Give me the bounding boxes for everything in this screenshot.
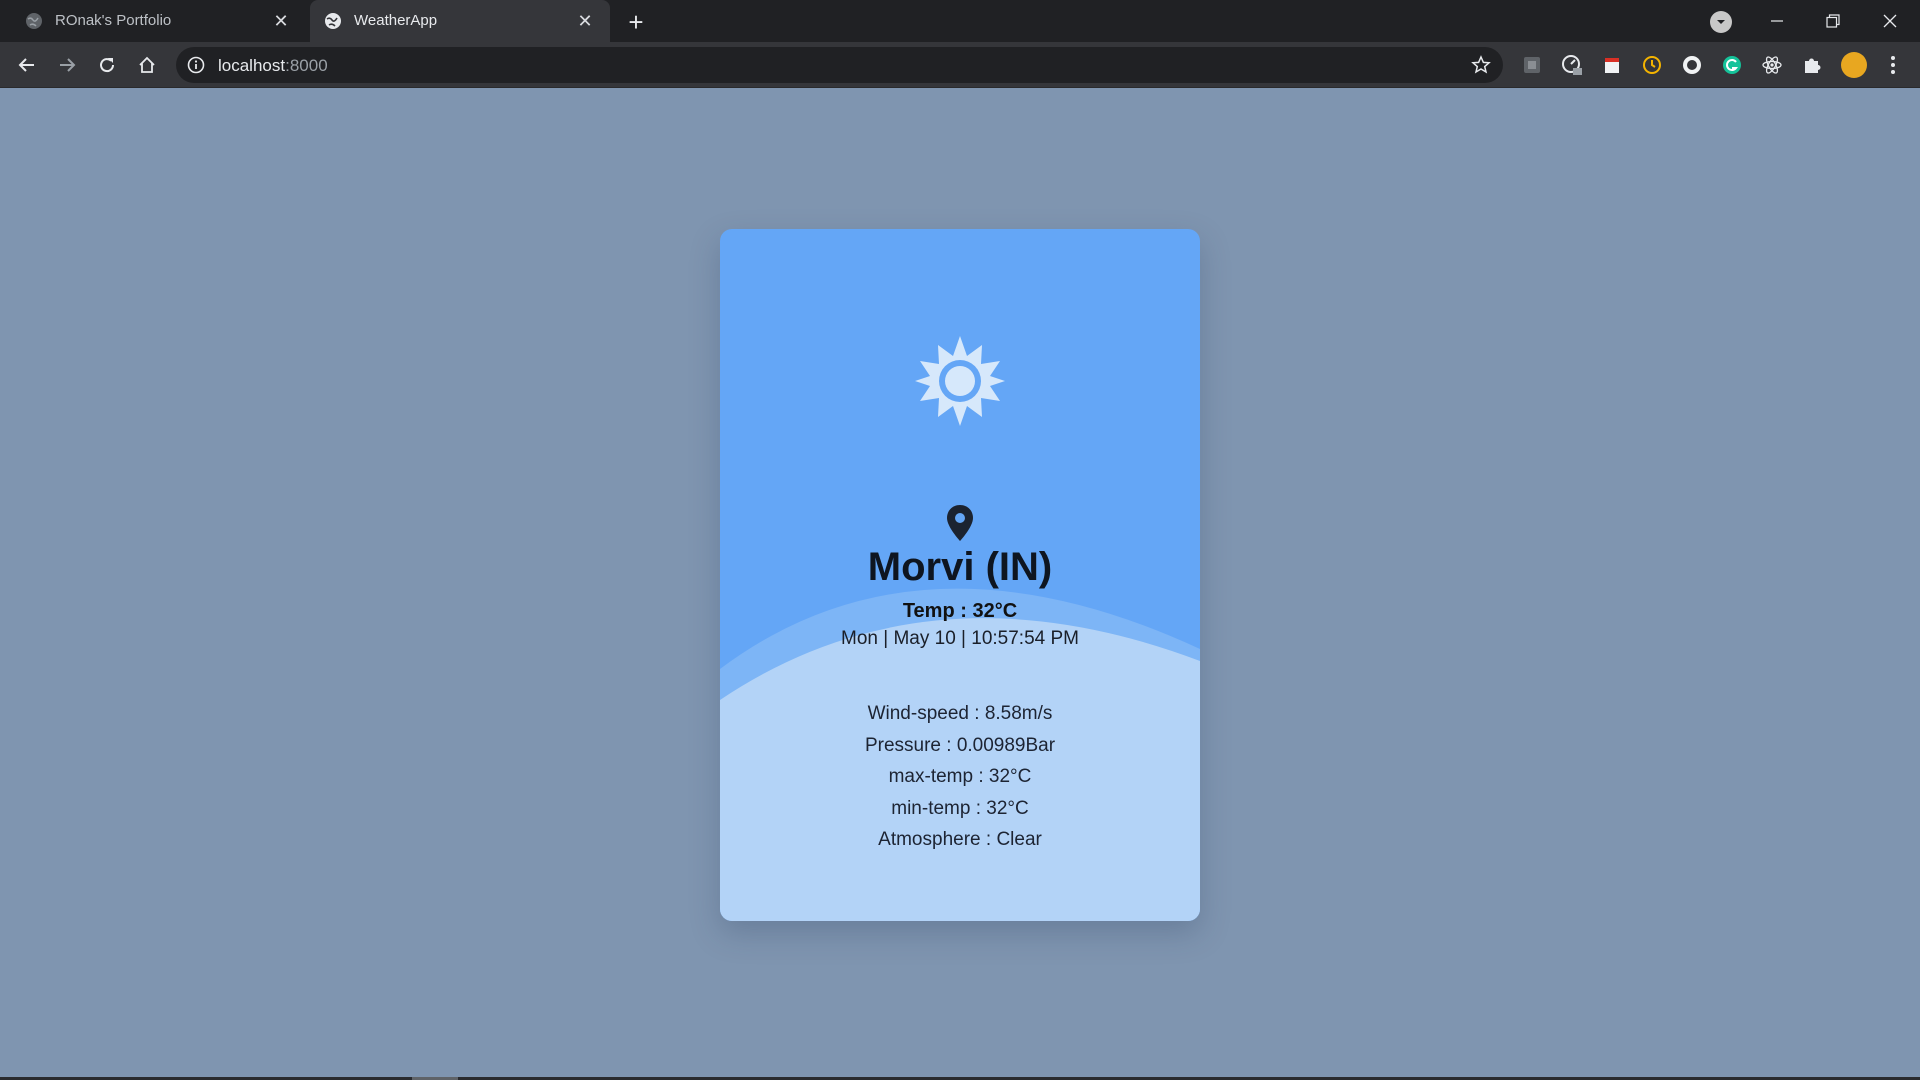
react-icon[interactable]	[1761, 54, 1783, 76]
grammarly-icon[interactable]	[1721, 54, 1743, 76]
square-icon[interactable]	[1521, 54, 1543, 76]
detail-pressure: Pressure : 0.00989Bar	[864, 734, 1056, 756]
menu-icon[interactable]	[1883, 54, 1903, 76]
address-url: localhost:8000	[218, 56, 328, 75]
close-window-icon[interactable]	[1867, 4, 1913, 38]
globe-icon	[26, 13, 42, 29]
browser-toolbar: localhost:8000	[0, 42, 1920, 88]
tab-search-icon[interactable]	[1710, 11, 1732, 33]
bookmark-star-icon[interactable]	[1471, 55, 1491, 75]
detail-atmosphere: Atmosphere : Clear	[878, 829, 1042, 850]
circle-icon[interactable]	[1681, 54, 1703, 76]
back-icon[interactable]	[12, 50, 42, 80]
close-icon[interactable]: ✕	[574, 10, 596, 32]
browser-tabstrip: ROnak's Portfolio ✕ WeatherApp ✕ +	[0, 0, 1920, 42]
tab-weatherapp[interactable]: WeatherApp ✕	[310, 0, 610, 42]
sun-icon	[915, 336, 1005, 426]
temperature: Temp : 32°C	[902, 600, 1018, 622]
minimize-icon[interactable]	[1754, 4, 1800, 38]
map-pin-icon	[947, 505, 973, 541]
restore-icon[interactable]	[1810, 4, 1856, 38]
new-tab-button[interactable]: +	[622, 7, 650, 37]
puzzle-icon[interactable]	[1801, 54, 1823, 76]
reload-icon[interactable]	[92, 50, 122, 80]
tab-portfolio[interactable]: ROnak's Portfolio ✕	[0, 0, 306, 42]
address-bar[interactable]: localhost:8000	[176, 47, 1503, 83]
date-time: Mon | May 10 | 10:57:54 PM	[841, 628, 1079, 649]
city-name: Morvi (IN)	[867, 545, 1053, 589]
globe-icon	[325, 13, 341, 29]
detail-wind-speed: Wind-speed : 8.58m/s	[867, 703, 1053, 724]
detail-min-temp: min-temp : 32°C	[891, 797, 1029, 819]
clock-icon[interactable]	[1641, 54, 1663, 76]
info-icon[interactable]	[187, 56, 205, 74]
weather-card: Morvi (IN) Temp : 32°C Mon | May 10 | 10…	[720, 229, 1200, 921]
weather-details: Wind-speed : 8.58m/s Pressure : 0.00989B…	[720, 703, 1200, 861]
tab-title: ROnak's Portfolio	[55, 12, 172, 29]
clipboard-icon[interactable]	[1601, 54, 1623, 76]
home-icon[interactable]	[132, 50, 162, 80]
tab-title: WeatherApp	[354, 12, 438, 29]
detail-max-temp: max-temp : 32°C	[888, 766, 1032, 787]
close-icon[interactable]: ✕	[270, 10, 292, 32]
forward-icon[interactable]	[52, 50, 82, 80]
avatar[interactable]	[1841, 52, 1867, 78]
gauge-icon[interactable]	[1561, 54, 1583, 76]
